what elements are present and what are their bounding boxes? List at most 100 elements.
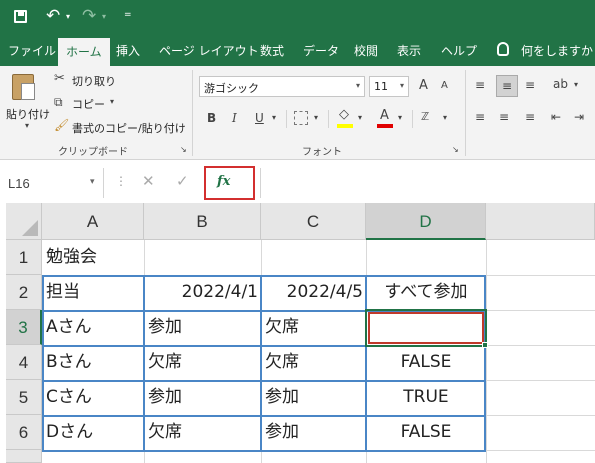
- customize-toolbar-icon[interactable]: =: [124, 10, 132, 20]
- table-border: [365, 275, 367, 452]
- redo-icon[interactable]: ↷: [82, 6, 96, 26]
- cell-d2[interactable]: すべて参加: [368, 275, 484, 310]
- column-header-d[interactable]: D: [366, 203, 486, 240]
- row-header-6[interactable]: 6: [6, 415, 42, 450]
- tell-me-search[interactable]: 何をしますか: [521, 36, 593, 66]
- align-middle-icon[interactable]: ≡: [496, 75, 518, 97]
- format-painter-button[interactable]: 書式のコピー/貼り付け: [72, 120, 186, 136]
- align-top-icon[interactable]: ≡: [475, 79, 485, 91]
- more-options-icon: ⋮: [115, 174, 127, 188]
- cut-icon[interactable]: ✂: [54, 72, 65, 85]
- borders-icon[interactable]: [294, 111, 308, 125]
- copy-dropdown-icon[interactable]: ▾: [110, 98, 114, 106]
- phonetic-icon[interactable]: ℤ: [421, 111, 429, 122]
- cut-button[interactable]: 切り取り: [72, 73, 116, 89]
- tab-help[interactable]: ヘルプ: [441, 36, 477, 66]
- bold-button[interactable]: B: [207, 112, 216, 124]
- fill-color-icon[interactable]: ◇: [339, 108, 349, 121]
- row-header-4[interactable]: 4: [6, 345, 42, 380]
- cell-b4[interactable]: 欠席: [148, 345, 258, 380]
- outdent-icon[interactable]: ⇥: [574, 111, 584, 123]
- shrink-font-icon[interactable]: A: [441, 81, 448, 91]
- select-all-corner[interactable]: [6, 203, 42, 240]
- font-name-select[interactable]: 游ゴシック ▾: [199, 76, 365, 97]
- cell-c4[interactable]: 欠席: [265, 345, 363, 380]
- cell-a5[interactable]: Cさん: [46, 380, 142, 415]
- phonetic-dropdown-icon[interactable]: ▾: [443, 114, 447, 122]
- lightbulb-icon[interactable]: [497, 42, 509, 56]
- cell-d5[interactable]: TRUE: [368, 380, 484, 415]
- italic-button[interactable]: I: [232, 112, 237, 124]
- insert-function-button[interactable]: fx: [204, 166, 255, 200]
- fill-color-dropdown-icon[interactable]: ▾: [358, 114, 362, 122]
- save-icon[interactable]: [14, 10, 27, 23]
- column-header-c[interactable]: C: [261, 203, 366, 240]
- format-painter-icon[interactable]: 🖌: [54, 119, 69, 131]
- cell-a1[interactable]: 勉強会: [46, 240, 246, 275]
- align-center-icon[interactable]: ≡: [499, 111, 509, 123]
- tab-home[interactable]: ホーム: [58, 38, 110, 66]
- cell-c3[interactable]: 欠席: [265, 310, 363, 345]
- ribbon-home: 貼り付け ▾ ✂ 切り取り ⧉ コピー ▾ 🖌 書式のコピー/貼り付け クリップ…: [0, 66, 595, 160]
- font-size-select[interactable]: 11 ▾: [369, 76, 409, 97]
- column-header-b[interactable]: B: [144, 203, 261, 240]
- tab-review[interactable]: 校閲: [354, 36, 378, 66]
- copy-button[interactable]: コピー: [72, 96, 105, 112]
- cell-b5[interactable]: 参加: [148, 380, 258, 415]
- copy-icon[interactable]: ⧉: [54, 96, 63, 108]
- grow-font-icon[interactable]: A: [419, 79, 428, 92]
- underline-dropdown-icon[interactable]: ▾: [272, 114, 276, 122]
- orientation-icon[interactable]: ab: [553, 78, 568, 90]
- column-header-a[interactable]: A: [42, 203, 144, 240]
- tab-file[interactable]: ファイル: [8, 36, 56, 66]
- cell-c5[interactable]: 参加: [265, 380, 363, 415]
- cell-d6[interactable]: FALSE: [368, 415, 484, 450]
- undo-dropdown-icon[interactable]: ▾: [66, 12, 70, 21]
- tab-view[interactable]: 表示: [397, 36, 421, 66]
- align-bottom-icon[interactable]: ≡: [525, 79, 535, 91]
- row-header-1[interactable]: 1: [6, 240, 42, 275]
- paste-button[interactable]: 貼り付け: [6, 106, 50, 122]
- cell-a2[interactable]: 担当: [46, 275, 142, 310]
- clipboard-group-label: クリップボード: [58, 147, 128, 158]
- highlight-box: [368, 312, 484, 344]
- cell-b2[interactable]: 2022/4/1: [146, 275, 258, 310]
- name-box[interactable]: L16 ▾: [0, 168, 104, 198]
- redo-dropdown-icon[interactable]: ▾: [102, 12, 106, 21]
- cell-a4[interactable]: Bさん: [46, 345, 142, 380]
- paste-dropdown-icon[interactable]: ▾: [25, 122, 29, 130]
- tab-insert[interactable]: 挿入: [116, 36, 140, 66]
- cancel-icon[interactable]: ✕: [142, 174, 155, 189]
- cell-b6[interactable]: 欠席: [148, 415, 258, 450]
- undo-icon[interactable]: ↶: [46, 6, 60, 26]
- row-header-5[interactable]: 5: [6, 380, 42, 415]
- cell-a6[interactable]: Dさん: [46, 415, 142, 450]
- cell-d4[interactable]: FALSE: [368, 345, 484, 380]
- underline-button[interactable]: U: [255, 112, 264, 124]
- font-color-button[interactable]: A: [380, 109, 389, 122]
- cell-c6[interactable]: 参加: [265, 415, 363, 450]
- tab-data[interactable]: データ: [303, 36, 339, 66]
- font-launcher-icon[interactable]: ↘: [452, 146, 459, 154]
- formula-input[interactable]: [260, 168, 595, 198]
- indent-icon[interactable]: ⇤: [551, 111, 561, 123]
- paste-icon[interactable]: [12, 74, 35, 100]
- chevron-down-icon[interactable]: ▾: [90, 177, 95, 187]
- cell-b3[interactable]: 参加: [148, 310, 258, 345]
- row-header-7[interactable]: [6, 450, 42, 463]
- clipboard-launcher-icon[interactable]: ↘: [180, 146, 187, 154]
- cell-c2[interactable]: 2022/4/5: [263, 275, 363, 310]
- tab-formulas[interactable]: 数式: [260, 36, 284, 66]
- align-right-icon[interactable]: ≡: [525, 111, 535, 123]
- row-header-3[interactable]: 3: [6, 310, 42, 345]
- fill-handle[interactable]: [482, 342, 488, 348]
- row-header-2[interactable]: 2: [6, 275, 42, 310]
- enter-icon[interactable]: ✓: [176, 174, 189, 189]
- tab-page-layout[interactable]: ページ レイアウト: [159, 36, 259, 66]
- align-left-icon[interactable]: ≡: [475, 111, 485, 123]
- cell-a3[interactable]: Aさん: [46, 310, 142, 345]
- borders-dropdown-icon[interactable]: ▾: [314, 114, 318, 122]
- orientation-dropdown-icon[interactable]: ▾: [574, 81, 578, 89]
- column-header-e[interactable]: [486, 203, 595, 240]
- font-color-dropdown-icon[interactable]: ▾: [398, 114, 402, 122]
